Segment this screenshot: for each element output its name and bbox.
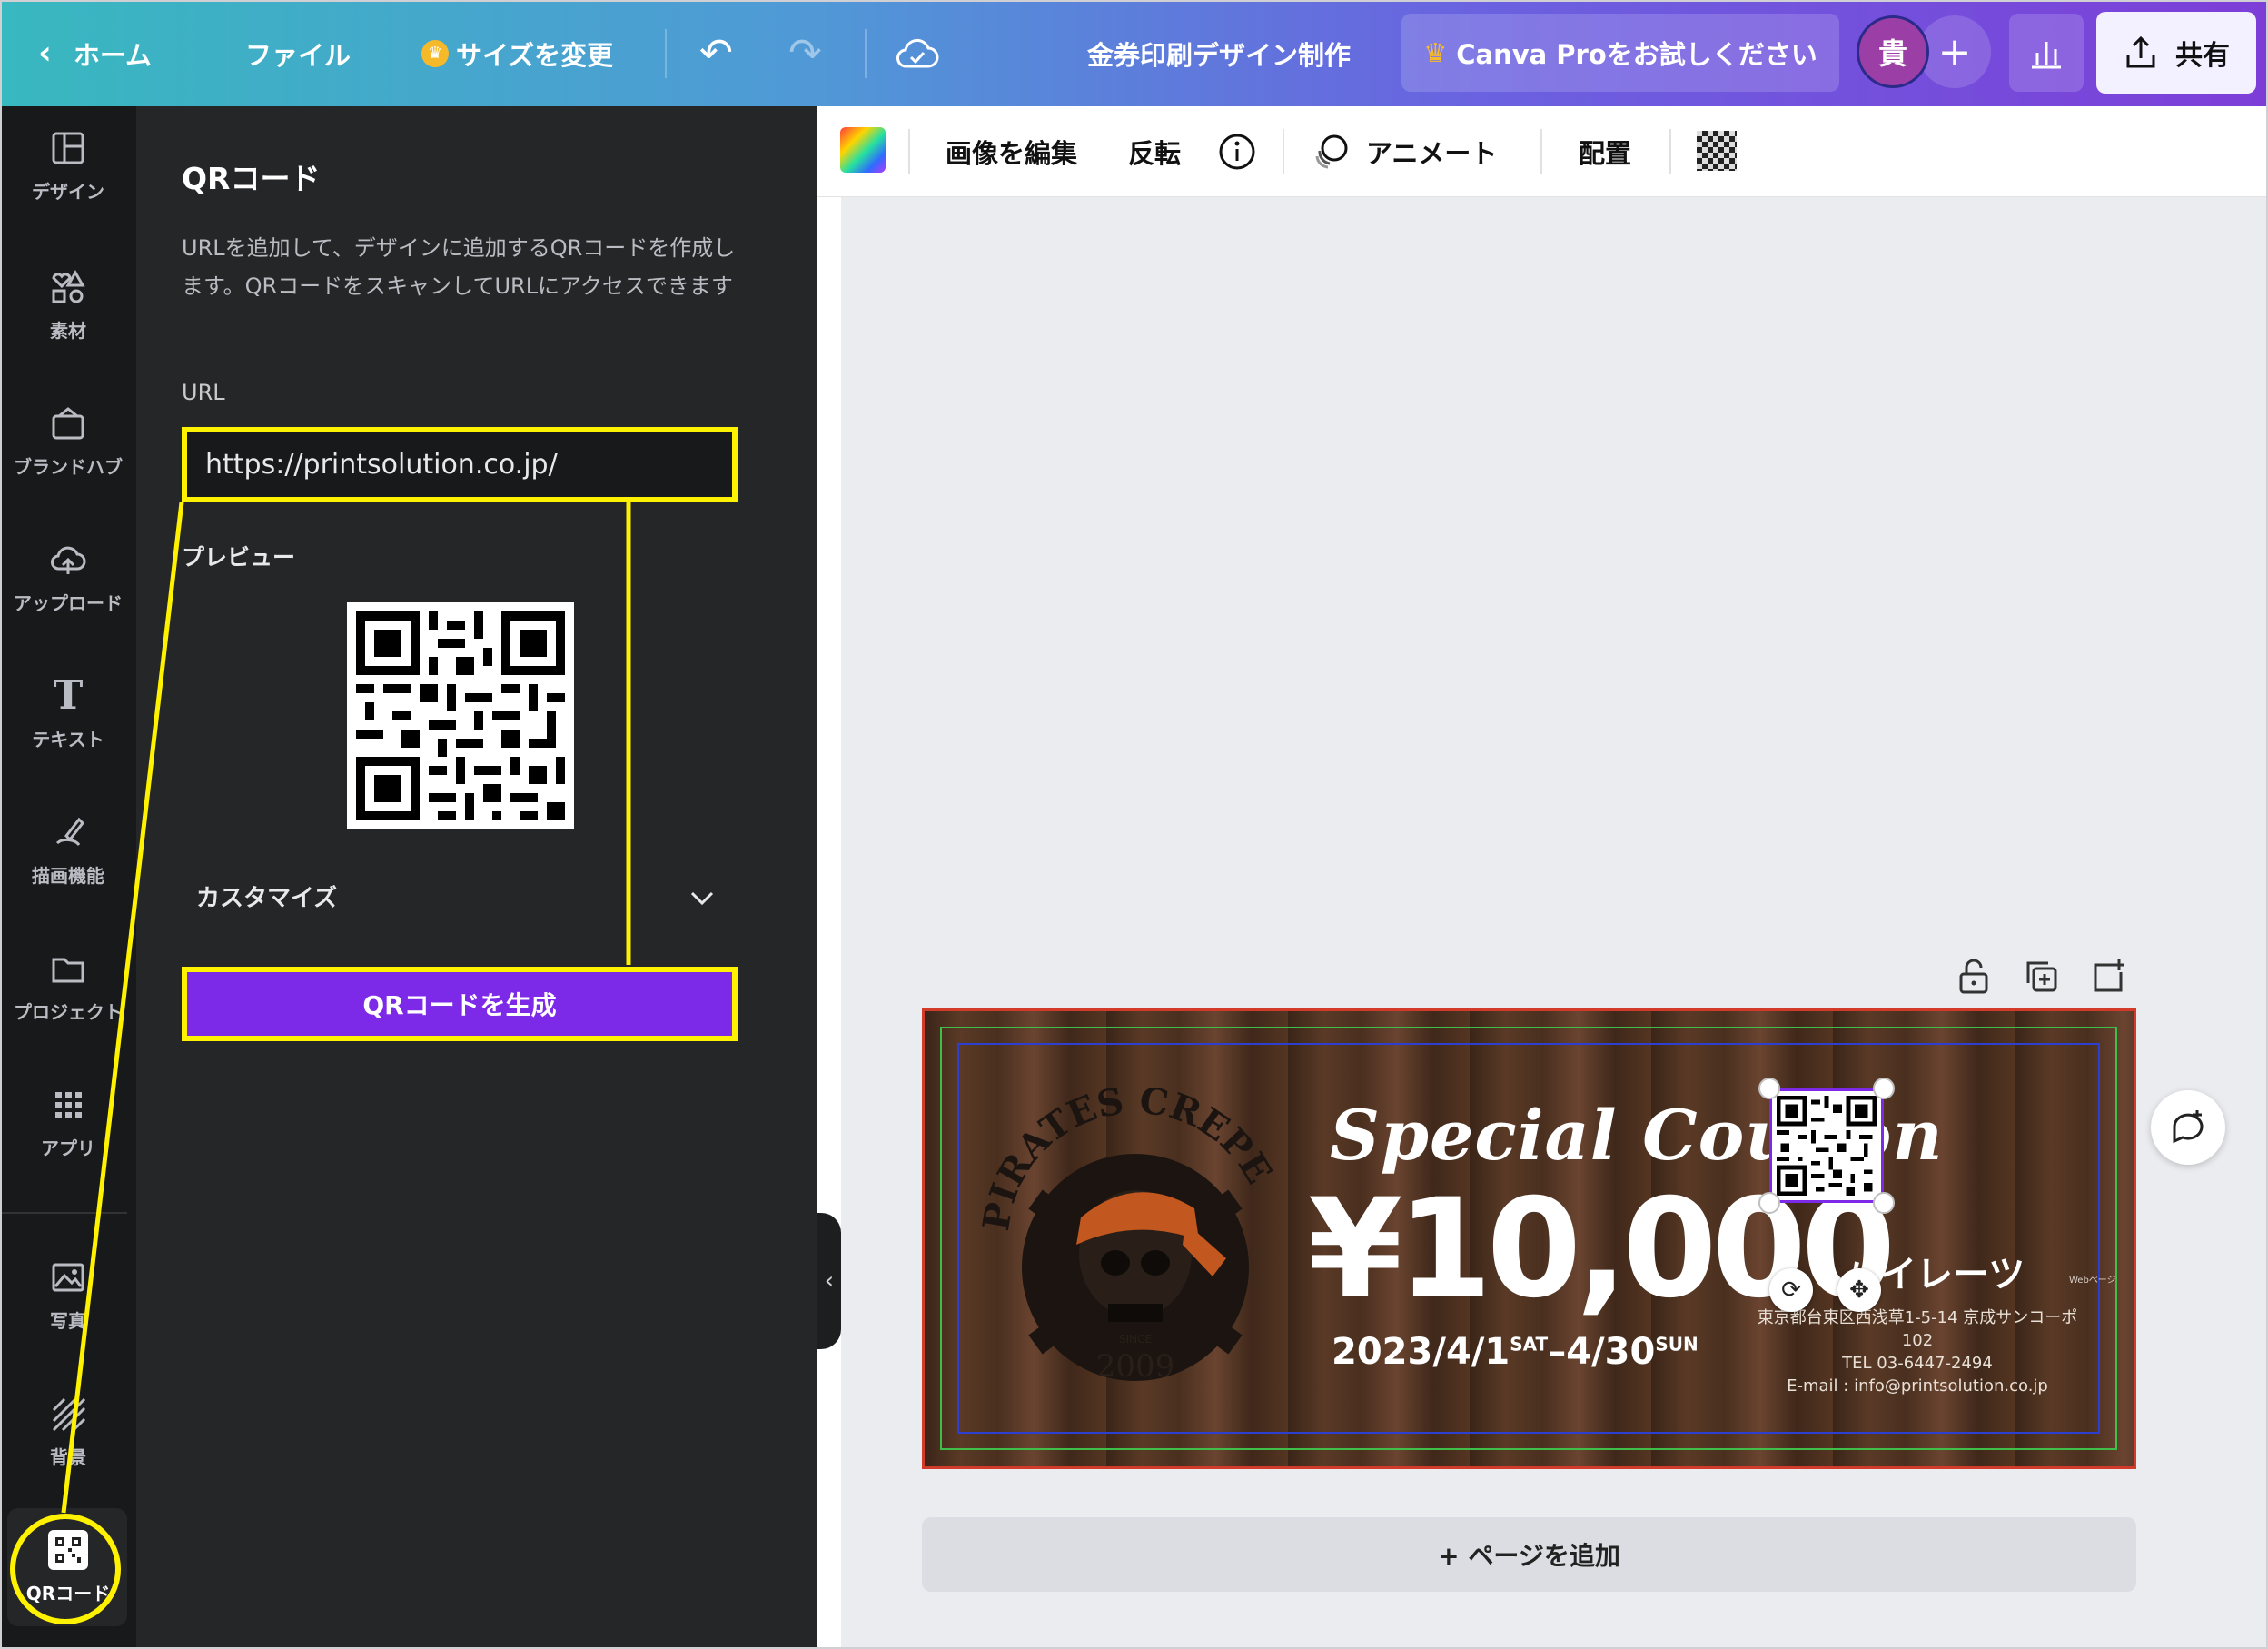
tutorial-annotation-overlay (10, 502, 631, 1624)
app-window: ‹ ホーム ファイル ♛ サイズを変更 ↶ ↷ 金券印刷デザイン制作 ♛ Can… (0, 0, 2268, 1649)
